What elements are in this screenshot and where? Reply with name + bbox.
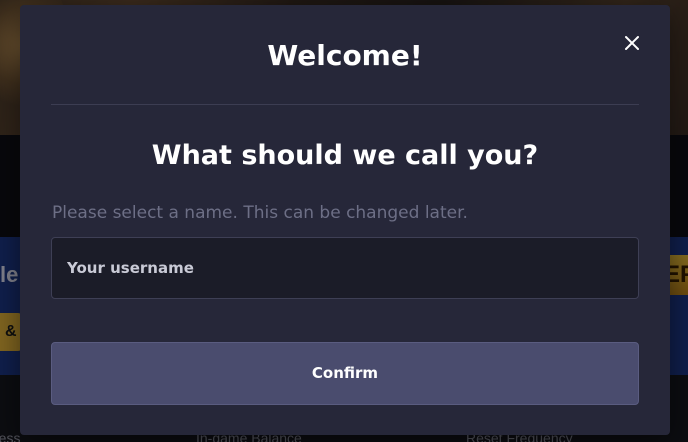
name-question-heading: What should we call you? bbox=[151, 140, 539, 171]
name-helper-text: Please select a name. This can be change… bbox=[52, 203, 468, 223]
close-icon bbox=[618, 29, 646, 57]
modal-title: Welcome! bbox=[267, 39, 423, 72]
username-input[interactable] bbox=[52, 238, 638, 298]
modal-divider bbox=[51, 104, 639, 105]
confirm-button[interactable]: Confirm bbox=[51, 342, 639, 405]
page-stage: le & EF ress In-game Balance Reset Frequ… bbox=[0, 0, 688, 442]
welcome-modal: Welcome! What should we call you? Please… bbox=[20, 5, 670, 435]
username-field bbox=[51, 237, 639, 299]
close-button[interactable] bbox=[618, 29, 646, 57]
